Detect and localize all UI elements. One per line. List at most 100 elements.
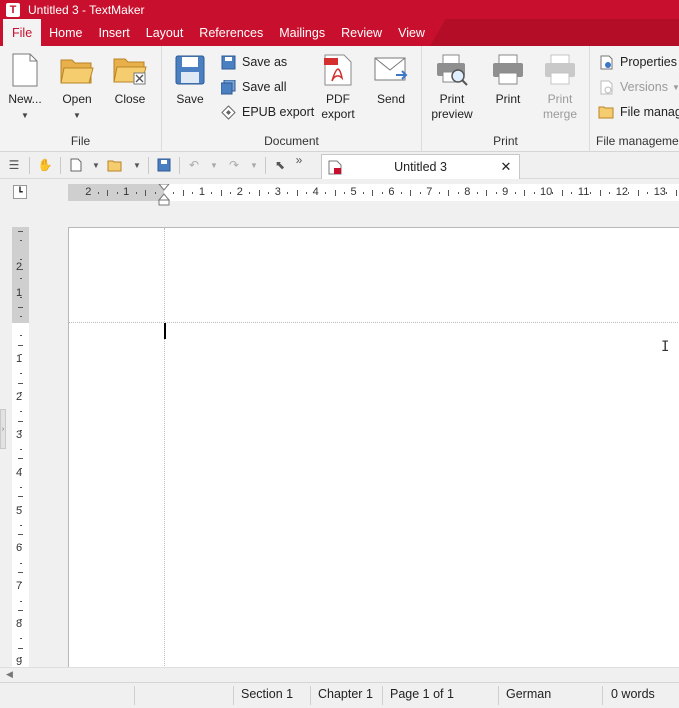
chevron-down-icon[interactable]: ▼ — [246, 157, 262, 173]
tab-mailings[interactable]: Mailings — [271, 19, 333, 46]
open-folder-icon[interactable] — [107, 157, 123, 173]
ruler-tick — [599, 190, 601, 196]
save-disk-icon[interactable] — [156, 157, 172, 173]
ruler-tick — [20, 278, 22, 280]
epub-export-label: EPUB export — [242, 105, 315, 119]
status-page[interactable]: Page 1 of 1 — [390, 687, 454, 701]
toolbar-separator — [29, 157, 30, 174]
indent-marker-icon[interactable] — [158, 184, 170, 206]
status-separator — [382, 686, 383, 705]
toolbar-overflow-icon[interactable]: » — [291, 152, 307, 168]
save-as-label: Save as — [242, 55, 288, 69]
ruler-tick — [20, 297, 22, 299]
tab-layout[interactable]: Layout — [138, 19, 192, 46]
chevron-down-icon[interactable]: ▼ — [129, 157, 145, 173]
epub-export-button[interactable]: EPUB export — [220, 102, 314, 122]
print-preview-icon — [434, 52, 470, 88]
file-manager-button[interactable]: File manag — [598, 102, 679, 122]
pdf-icon — [320, 52, 356, 88]
tab-references[interactable]: References — [191, 19, 271, 46]
chevron-down-icon[interactable]: ▼ — [21, 108, 29, 123]
versions-button[interactable]: Versions ▼ — [598, 77, 679, 97]
tab-file[interactable]: File — [3, 19, 42, 46]
ruler-tick — [410, 190, 412, 196]
chevron-down-icon[interactable]: ▼ — [672, 83, 679, 92]
ruler-tick — [20, 600, 22, 602]
ibeam-cursor-icon: I — [661, 339, 670, 355]
ruler-tick — [20, 240, 22, 242]
new-button[interactable]: New... ▼ — [6, 52, 44, 123]
send-mail-icon — [373, 52, 409, 88]
ruler-tick — [334, 190, 336, 196]
group-label-document: Document — [264, 134, 319, 148]
group-label-file-management: File management — [596, 134, 679, 148]
ruler-tick — [211, 192, 213, 194]
tab-home[interactable]: Home — [41, 19, 90, 46]
scroll-left-icon[interactable]: ◀ — [6, 669, 13, 680]
document-tab[interactable]: Untitled 3 ✕ — [321, 154, 520, 179]
chevron-down-icon[interactable]: ▼ — [206, 157, 222, 173]
close-icon[interactable]: ✕ — [497, 159, 515, 175]
save-button[interactable]: Save — [172, 52, 208, 107]
vertical-ruler[interactable]: 21123456789 — [12, 227, 29, 668]
ruler-tick — [524, 190, 526, 196]
textmaker-document-icon — [328, 159, 344, 175]
ribbon: New... ▼ Open ▼ Close File Save Save as … — [0, 46, 679, 152]
print-merge-button[interactable]: Print merge — [540, 52, 580, 122]
close-folder-icon — [112, 52, 148, 88]
document-page[interactable]: I — [68, 227, 679, 668]
ruler-number: 11 — [577, 186, 590, 198]
ruler-tick — [20, 448, 22, 450]
hamburger-menu-icon[interactable]: ☰ — [6, 157, 22, 173]
status-chapter[interactable]: Chapter 1 — [318, 687, 373, 701]
ruler-tick — [18, 306, 23, 308]
redo-icon[interactable]: ↷ — [226, 157, 242, 173]
pdf-export-button[interactable]: PDF export — [318, 52, 358, 122]
textmaker-logo-icon[interactable]: T — [6, 2, 20, 17]
ruler-tick — [18, 268, 23, 270]
save-all-button[interactable]: Save all — [220, 77, 286, 97]
open-button[interactable]: Open ▼ — [58, 52, 96, 123]
chevron-down-icon[interactable]: ▼ — [88, 157, 104, 173]
sidebar-expand-handle[interactable]: › — [0, 409, 6, 449]
ruler-tick — [20, 411, 22, 413]
save-as-button[interactable]: Save as — [220, 52, 287, 72]
ruler-tick — [20, 467, 22, 469]
properties-button[interactable]: Properties — [598, 52, 677, 72]
top-margin-guide — [69, 322, 679, 323]
ruler-tick — [20, 316, 22, 318]
print-preview-button[interactable]: Print preview — [430, 52, 474, 122]
undo-icon[interactable]: ↶ — [186, 157, 202, 173]
tab-view[interactable]: View — [390, 19, 433, 46]
hand-pan-icon[interactable]: ✋ — [37, 157, 53, 173]
ruler-tick — [116, 192, 118, 194]
ruler-tick — [18, 534, 23, 536]
file-manager-folder-icon — [598, 104, 614, 120]
tab-stop-selector[interactable]: ┗ — [13, 185, 27, 199]
status-language[interactable]: German — [506, 687, 551, 701]
ruler-tick — [20, 259, 22, 261]
ruler-tick — [20, 581, 22, 583]
new-document-icon[interactable] — [68, 157, 84, 173]
ruler-tick — [268, 192, 270, 194]
horizontal-scrollbar[interactable]: ◀ — [0, 667, 679, 681]
ruler-tick — [20, 505, 22, 507]
send-button[interactable]: Send — [372, 52, 410, 107]
pointer-arrow-icon[interactable]: ⬉ — [272, 157, 288, 173]
status-word-count[interactable]: 0 words — [611, 687, 655, 701]
print-merge-label: Print merge — [542, 92, 577, 121]
ruler-number: 2 — [16, 261, 23, 274]
close-button[interactable]: Close — [110, 52, 150, 107]
tab-insert[interactable]: Insert — [91, 19, 138, 46]
tab-review[interactable]: Review — [333, 19, 390, 46]
open-folder-icon — [59, 52, 95, 88]
ruler-tick — [20, 486, 22, 488]
window-title: Untitled 3 - TextMaker — [28, 2, 145, 17]
ruler-tick — [145, 190, 147, 196]
ruler-tick — [18, 458, 23, 460]
status-section[interactable]: Section 1 — [241, 687, 293, 701]
chevron-down-icon[interactable]: ▼ — [73, 108, 81, 123]
ruler-tick — [18, 420, 23, 422]
print-button[interactable]: Print — [488, 52, 528, 107]
horizontal-ruler[interactable]: 2 1 1 2 3 4 5 6 7 8 9 10 11 12 13 — [68, 184, 679, 206]
